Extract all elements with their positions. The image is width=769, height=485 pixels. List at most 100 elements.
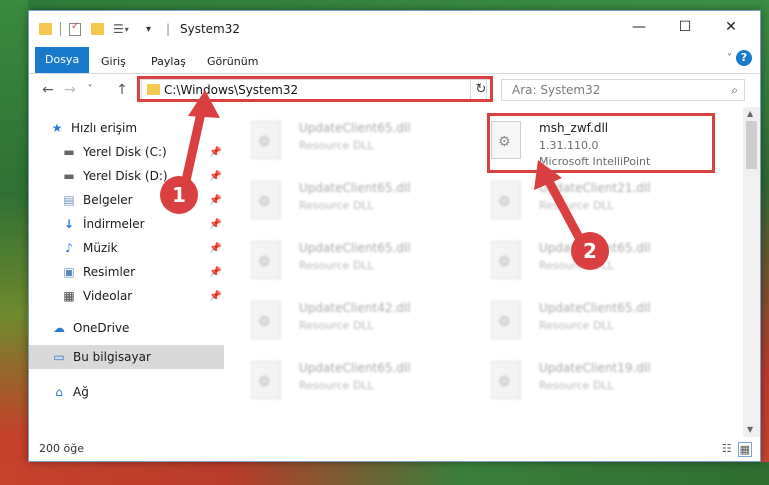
dll-file-icon: ⚙: [251, 301, 281, 339]
tab-giris[interactable]: Giriş: [91, 51, 136, 73]
sidebar-item-documents[interactable]: ▤ Belgeler: [61, 189, 132, 211]
search-placeholder: Ara: System32: [512, 83, 601, 97]
documents-icon: ▤: [63, 193, 75, 207]
drive-icon: ▬: [63, 145, 75, 159]
list-item[interactable]: ⚙ UpdateClient65.dll Resource DLL: [251, 237, 471, 293]
sidebar-item-network[interactable]: ⌂ Ağ: [51, 381, 89, 403]
navigation-pane: ★ Hızlı erişim ▬ Yerel Disk (C:) 📌 ▬ Yer…: [29, 107, 224, 437]
scroll-down-icon[interactable]: ▼: [747, 425, 753, 434]
list-item[interactable]: ⚙ UpdateClient42.dll Resource DLL: [251, 297, 471, 353]
list-item[interactable]: ⚙ UpdateClient19.dll Resource DLL: [491, 357, 711, 413]
title-bar: ✓ ☰ ▾ ▾ | System32 — ☐ ✕: [29, 11, 760, 47]
minimize-button[interactable]: —: [616, 11, 662, 43]
quick-access-toolbar: [39, 21, 52, 37]
explorer-window: ✓ ☰ ▾ ▾ | System32 — ☐ ✕ Dosya Giriş Pay…: [28, 10, 761, 462]
arrow-right-icon: →: [64, 82, 76, 98]
vertical-scrollbar[interactable]: ▲ ▼: [743, 107, 760, 437]
pictures-icon: ▣: [63, 265, 75, 279]
checklist-icon: ✓: [69, 21, 81, 36]
up-button[interactable]: ↑: [113, 81, 131, 99]
tab-dosya[interactable]: Dosya: [35, 47, 90, 73]
view-toggle: ☷ ▦: [722, 442, 752, 457]
help-icon[interactable]: ?: [736, 50, 752, 66]
tab-paylas[interactable]: Paylaş: [141, 51, 196, 73]
ribbon-tabs: Dosya Giriş Paylaş Görünüm ˅ ?: [29, 47, 760, 74]
view-menu-button[interactable]: ☰ ▾: [113, 21, 129, 37]
dll-file-icon: ⚙: [491, 241, 521, 279]
sidebar-item-disk-d[interactable]: ▬ Yerel Disk (D:): [61, 165, 167, 187]
sidebar-item-disk-c[interactable]: ▬ Yerel Disk (C:): [61, 141, 166, 163]
computer-icon: ▭: [53, 350, 65, 364]
sidebar-item-quick-access[interactable]: ★ Hızlı erişim: [49, 117, 137, 139]
status-bar: 200 öğe ☷ ▦: [29, 437, 760, 461]
music-icon: ♪: [65, 241, 73, 255]
dll-file-icon: ⚙: [251, 181, 281, 219]
properties-button[interactable]: ✓: [69, 21, 81, 37]
list-item[interactable]: ⚙ UpdateClient65.dll Resource DLL: [491, 297, 711, 353]
folder-icon: [39, 23, 52, 35]
close-icon: ✕: [725, 19, 737, 35]
dll-file-icon: ⚙: [491, 181, 521, 219]
arrow-up-icon: ↑: [116, 82, 128, 98]
details-view-icon[interactable]: ☷: [722, 442, 732, 457]
address-highlight-box: [137, 76, 493, 102]
arrow-left-icon: ←: [42, 82, 54, 98]
pin-icon: 📌: [209, 195, 222, 206]
scroll-up-icon[interactable]: ▲: [747, 109, 753, 118]
view-list-icon: ☰: [113, 22, 124, 36]
drive-icon: ▬: [63, 169, 75, 183]
pin-icon: 📌: [209, 267, 222, 278]
dll-file-icon: ⚙: [251, 241, 281, 279]
dropdown-icon: ▾: [146, 23, 152, 35]
new-folder-button[interactable]: [91, 21, 104, 37]
dll-file-icon: ⚙: [491, 301, 521, 339]
sidebar-item-pictures[interactable]: ▣ Resimler: [61, 261, 135, 283]
scrollbar-thumb[interactable]: [746, 121, 757, 169]
desktop-background-bottom: [0, 462, 769, 485]
sidebar-item-onedrive[interactable]: ☁ OneDrive: [51, 317, 129, 339]
desktop-background-left: [0, 0, 28, 485]
back-button[interactable]: ←: [39, 81, 57, 99]
title-separator: |: [166, 22, 171, 36]
cloud-icon: ☁: [53, 321, 65, 335]
minimize-icon: —: [632, 19, 646, 35]
search-icon[interactable]: ⌕: [731, 83, 738, 98]
sidebar-item-music[interactable]: ♪ Müzik: [61, 237, 117, 259]
pin-icon: 📌: [209, 219, 222, 230]
sidebar-item-downloads[interactable]: ↓ İndirmeler: [61, 213, 145, 235]
maximize-button[interactable]: ☐: [662, 11, 708, 43]
pin-icon: 📌: [209, 171, 222, 182]
list-item[interactable]: ⚙ UpdateClient21.dll Resource DLL: [491, 177, 711, 233]
maximize-icon: ☐: [678, 19, 692, 35]
step-badge-1: 1: [160, 176, 198, 214]
chevron-down-icon: ˅: [87, 84, 93, 95]
chevron-down-icon: ▾: [124, 24, 129, 34]
sidebar-item-videos[interactable]: ▦ Videolar: [61, 285, 132, 307]
list-item[interactable]: ⚙ UpdateClient65.dll Resource DLL: [251, 177, 471, 233]
pin-icon: 📌: [209, 243, 222, 254]
list-item[interactable]: ⚙ UpdateClient65.dll Resource DLL: [251, 117, 471, 173]
step-badge-2: 2: [571, 232, 609, 270]
dll-file-icon: ⚙: [251, 121, 281, 159]
search-input[interactable]: Ara: System32 ⌕: [501, 79, 745, 101]
forward-button[interactable]: →: [61, 81, 79, 99]
file-highlight-box: [487, 113, 715, 173]
download-icon: ↓: [63, 217, 75, 231]
network-icon: ⌂: [55, 385, 63, 399]
large-icons-view-icon[interactable]: ▦: [737, 442, 752, 457]
toolbar-separator: [60, 22, 61, 36]
star-icon: ★: [51, 121, 63, 135]
dll-file-icon: ⚙: [491, 361, 521, 399]
recent-locations-button[interactable]: ˅: [81, 81, 99, 99]
pin-icon: 📌: [209, 147, 222, 158]
close-button[interactable]: ✕: [708, 11, 754, 43]
expand-ribbon-icon[interactable]: ˅: [727, 53, 732, 64]
customize-toolbar-button[interactable]: ▾: [146, 21, 151, 37]
item-count: 200 öğe: [39, 442, 84, 455]
pin-icon: 📌: [209, 291, 222, 302]
list-item[interactable]: ⚙ UpdateClient65.dll Resource DLL: [251, 357, 471, 413]
new-folder-icon: [91, 23, 104, 35]
videos-icon: ▦: [63, 289, 75, 303]
tab-gorunum[interactable]: Görünüm: [197, 51, 268, 73]
sidebar-item-this-pc[interactable]: ▭ Bu bilgisayar: [51, 346, 151, 368]
